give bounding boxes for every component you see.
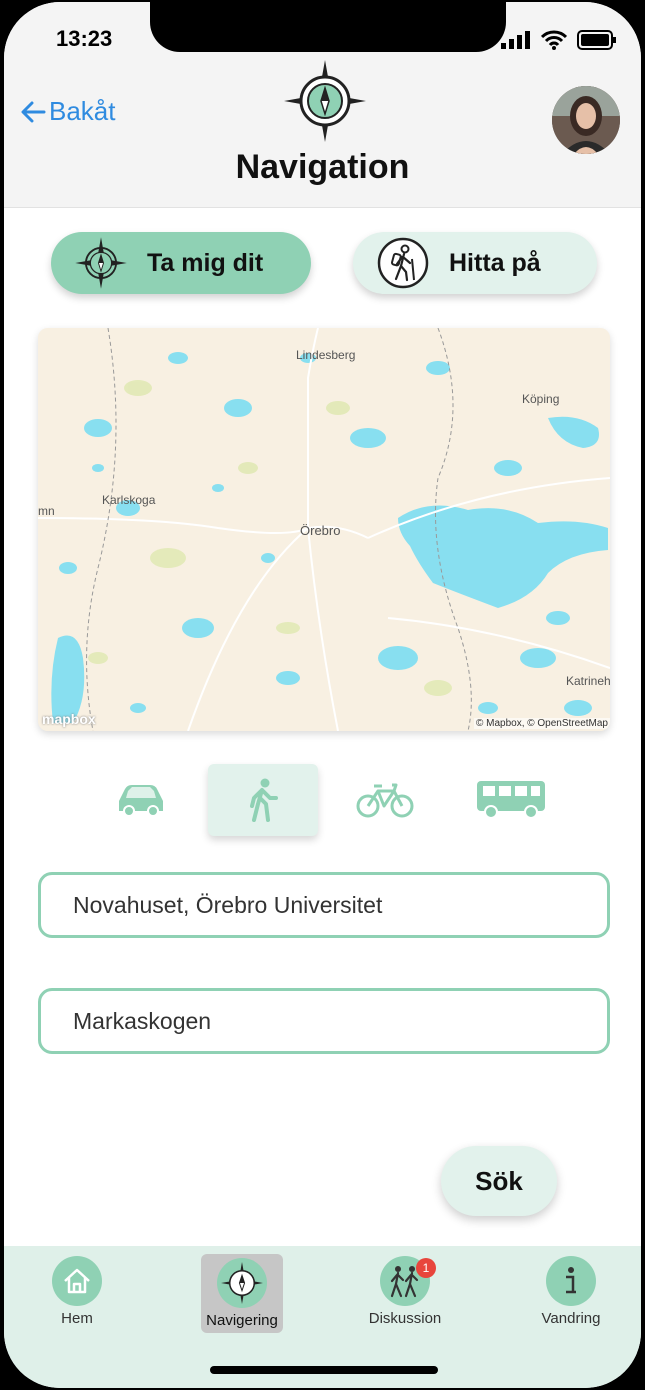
tab-discussion[interactable]: 1 Diskussion xyxy=(362,1256,448,1327)
tab-label: Navigering xyxy=(206,1312,278,1329)
tab-label: Diskussion xyxy=(368,1310,442,1327)
map-place-label: mn xyxy=(38,504,55,518)
mode-car-button[interactable] xyxy=(86,764,196,836)
map-view[interactable]: Lindesberg Köping Karlskoga mn Örebro Ka… xyxy=(38,328,610,731)
tab-home[interactable]: Hem xyxy=(34,1256,120,1327)
bicycle-icon xyxy=(356,783,414,818)
signal-icon xyxy=(501,31,530,49)
compass-logo-icon xyxy=(284,60,366,142)
take-me-there-button[interactable]: Ta mig dit xyxy=(51,232,311,294)
map-place-label: Katrineh xyxy=(566,674,610,688)
map-place-label: Lindesberg xyxy=(296,348,356,362)
wifi-icon xyxy=(541,30,567,50)
back-label: Bakåt xyxy=(49,96,116,126)
tab-hiking[interactable]: Vandring xyxy=(528,1256,614,1327)
mode-walk-button[interactable] xyxy=(208,764,318,836)
map-place-label: Köping xyxy=(522,392,560,406)
home-indicator xyxy=(210,1366,438,1374)
mode-bus-button[interactable] xyxy=(456,764,566,836)
map-place-label: Örebro xyxy=(300,523,341,538)
tab-navigation[interactable]: Navigering xyxy=(201,1254,283,1333)
mapbox-logo: mapbox xyxy=(42,711,96,727)
notification-badge: 1 xyxy=(416,1258,436,1278)
to-input[interactable]: Markaskogen xyxy=(38,988,610,1054)
compass-icon xyxy=(73,235,129,291)
compass-icon xyxy=(217,1258,267,1308)
bus-icon xyxy=(477,781,545,819)
info-icon xyxy=(546,1256,596,1306)
car-icon xyxy=(119,785,163,817)
mode-bike-button[interactable] xyxy=(330,764,440,836)
status-time: 13:23 xyxy=(56,26,113,51)
home-icon xyxy=(52,1256,102,1306)
user-photo-icon xyxy=(552,86,620,154)
tab-label: Hem xyxy=(61,1310,93,1327)
take-me-there-label: Ta mig dit xyxy=(147,248,264,277)
battery-icon xyxy=(577,30,616,50)
walk-icon xyxy=(250,778,278,822)
tab-label: Vandring xyxy=(541,1310,601,1327)
page-title: Navigation xyxy=(235,148,410,186)
map-place-label: Karlskoga xyxy=(102,493,156,507)
from-input[interactable]: Novahuset, Örebro Universitet xyxy=(38,872,610,938)
notch xyxy=(150,2,506,52)
status-icons xyxy=(501,30,617,50)
find-on-button[interactable]: Hitta på xyxy=(353,232,597,294)
back-button[interactable]: Bakåt xyxy=(20,96,116,127)
map-attribution[interactable]: © Mapbox, © OpenStreetMap xyxy=(473,718,610,729)
arrow-left-icon xyxy=(21,101,46,122)
find-on-label: Hitta på xyxy=(449,248,541,277)
phone-screen: 13:23 Bakåt Navigation Ta mig dit Hitta … xyxy=(4,2,641,1388)
search-button[interactable]: Sök xyxy=(441,1146,557,1216)
hiker-icon xyxy=(375,235,431,291)
avatar[interactable] xyxy=(552,86,620,154)
